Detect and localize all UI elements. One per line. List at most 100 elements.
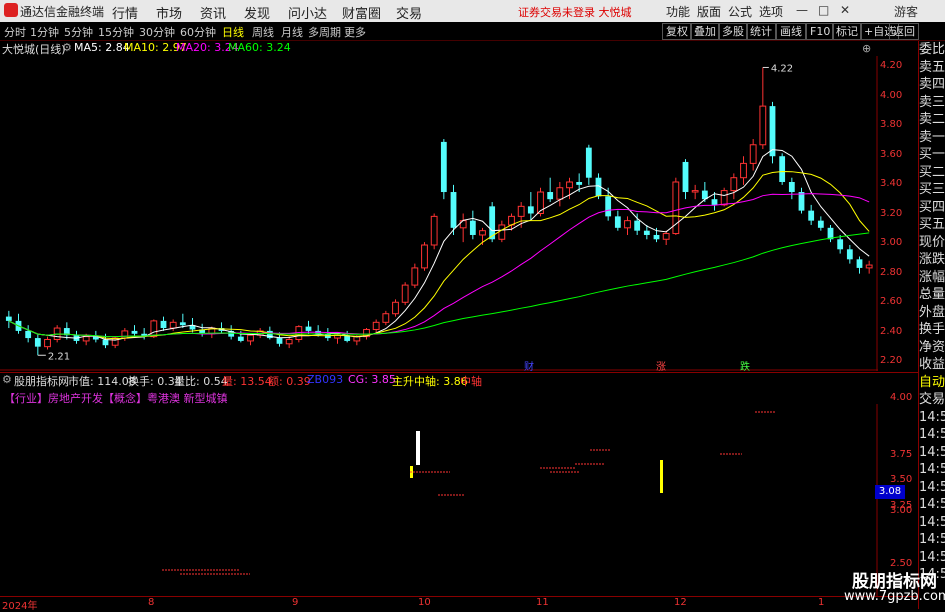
close-button[interactable]: ✕ (840, 3, 850, 17)
side-panel-item[interactable]: 14:56 (919, 549, 945, 567)
period-monthly[interactable]: 月线 (281, 24, 303, 40)
candle-body (401, 284, 409, 303)
date-tick: 2024年 (2, 601, 38, 612)
side-panel-item[interactable]: 卖四 (919, 76, 945, 94)
side-panel-item[interactable]: 14:56 (919, 461, 945, 479)
side-panel-item[interactable]: 总量 (919, 286, 945, 304)
side-panel-item[interactable]: 买三 (919, 181, 945, 199)
menu-item-news[interactable]: 资讯 (200, 3, 226, 22)
candle-body (749, 144, 757, 164)
side-panel-item[interactable]: 14:56 (919, 479, 945, 497)
event-finance-marker[interactable]: 财 (524, 358, 534, 373)
adjust-button[interactable]: 复权 (662, 23, 692, 40)
side-panel-item[interactable]: 外盘 (919, 304, 945, 322)
menu-formula[interactable]: 公式 (728, 3, 752, 20)
side-panel-item[interactable]: 买四 (919, 199, 945, 217)
menu-item-fortune[interactable]: 财富圈 (342, 3, 381, 22)
indicator-name: 股朋指标网 (14, 375, 69, 388)
menu-item-discover[interactable]: 发现 (244, 3, 270, 22)
side-panel-item[interactable]: 14:56 (919, 531, 945, 549)
candle-body (411, 267, 419, 286)
indicator-settings-icon[interactable]: ⚙ (2, 373, 12, 386)
candle-body (865, 264, 873, 269)
side-panel-item[interactable]: 14:56 (919, 514, 945, 532)
side-panel-item[interactable]: 14:56 (919, 426, 945, 444)
side-panel-item[interactable]: 涨幅 (919, 269, 945, 287)
indicator-axis-tick: 3.00 (890, 505, 913, 516)
candle-body (624, 220, 631, 229)
indicator-axis-tick: 3.75 (890, 449, 913, 460)
period-daily[interactable]: 日线 (222, 24, 244, 40)
event-down-marker[interactable]: 跌 (740, 358, 750, 373)
menu-function[interactable]: 功能 (666, 3, 690, 20)
candle-body (247, 334, 254, 342)
menu-item-trade[interactable]: 交易 (396, 3, 422, 22)
period-5min[interactable]: 5分钟 (64, 24, 93, 40)
guest-button[interactable]: 游客 (894, 3, 918, 20)
draw-line-button[interactable]: 画线 (776, 23, 806, 40)
candle-body (450, 192, 457, 228)
menu-item-ask[interactable]: 问小达 (288, 3, 327, 22)
side-panel-item[interactable]: 卖三 (919, 94, 945, 112)
back-button[interactable]: 返回 (889, 23, 919, 40)
menu-options[interactable]: 选项 (759, 3, 783, 20)
candle-body (662, 233, 670, 240)
f10-button[interactable]: F10 (806, 23, 835, 40)
side-panel-item[interactable]: 买二 (919, 164, 945, 182)
indicator-axis-tick: 4.00 (890, 392, 913, 403)
side-panel-item[interactable]: 现价 (919, 234, 945, 252)
side-panel-item[interactable]: 卖一 (919, 129, 945, 147)
candle-body (730, 177, 738, 192)
candle-body (817, 220, 824, 228)
date-tick: 10 (418, 597, 431, 608)
candle-body (634, 220, 641, 231)
settings-icon[interactable]: ⚙ (62, 41, 72, 54)
side-panel-item[interactable]: 买五 (919, 216, 945, 234)
candle-body (605, 196, 612, 217)
maximize-button[interactable]: □ (818, 3, 829, 17)
price-axis-tick: 2.20 (880, 355, 903, 366)
overlay-button[interactable]: 叠加 (690, 23, 720, 40)
period-more[interactable]: 更多 (344, 24, 366, 40)
side-panel-item[interactable]: 收益 (919, 356, 945, 374)
menu-item-market[interactable]: 行情 (112, 3, 138, 22)
side-panel-item[interactable]: 交易 (919, 391, 945, 409)
side-panel-item[interactable]: 净资 (919, 339, 945, 357)
minimize-button[interactable]: — (796, 3, 808, 17)
period-weekly[interactable]: 周线 (252, 24, 274, 40)
side-panel-item[interactable]: 卖二 (919, 111, 945, 129)
period-1min[interactable]: 1分钟 (30, 24, 59, 40)
side-panel-item[interactable]: 买一 (919, 146, 945, 164)
candle-body (150, 320, 158, 338)
period-intraday[interactable]: 分时 (4, 24, 26, 40)
multi-stock-button[interactable]: 多股 (718, 23, 748, 40)
statistics-button[interactable]: 统计 (746, 23, 776, 40)
side-panel-item[interactable]: 14:56 (919, 444, 945, 462)
event-up-marker[interactable]: 涨 (656, 358, 666, 373)
side-panel-item[interactable]: 自动 (919, 374, 945, 392)
mark-button[interactable]: 标记 (832, 23, 862, 40)
side-panel-item[interactable]: 涨跌 (919, 251, 945, 269)
side-panel-item[interactable]: 14:56 (919, 496, 945, 514)
candlestick-chart: 4.22 2.21 (0, 56, 878, 371)
period-60min[interactable]: 60分钟 (180, 24, 216, 40)
current-indicator-value: 3.08 (875, 485, 905, 499)
candle-body (392, 301, 399, 315)
period-15min[interactable]: 15分钟 (98, 24, 134, 40)
date-tick: 11 (536, 597, 549, 608)
period-multi[interactable]: 多周期 (308, 24, 341, 40)
low-price-label: 2.21 (48, 351, 70, 362)
period-30min[interactable]: 30分钟 (139, 24, 175, 40)
side-panel-item[interactable]: 14:56 (919, 409, 945, 427)
watermark-url: www.7gpzb.com (844, 589, 945, 604)
candle-body (421, 244, 428, 269)
side-panel-item[interactable]: 换手 (919, 321, 945, 339)
side-panel-item[interactable]: 卖五 (919, 59, 945, 77)
candle-body (179, 322, 186, 326)
candle-body (131, 330, 138, 334)
candle-body (740, 162, 747, 179)
collapse-icon[interactable]: ⊕ (862, 42, 871, 55)
menu-layout[interactable]: 版面 (697, 3, 721, 20)
side-panel-item[interactable]: 委比 (919, 41, 945, 59)
menu-item-markets[interactable]: 市场 (156, 3, 182, 22)
